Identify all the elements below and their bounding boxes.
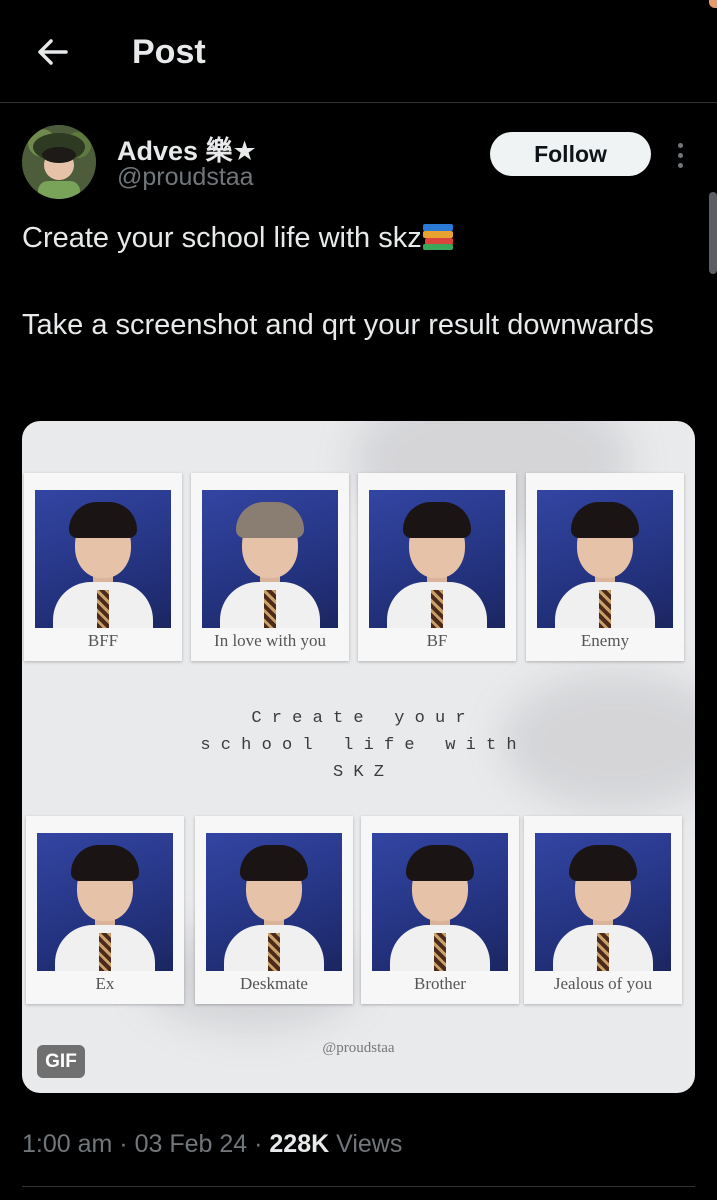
more-options-button[interactable] [668,138,692,172]
polaroid-card: BFF [24,473,182,661]
polaroid-caption: Jealous of you [553,974,653,993]
polaroid-caption: Deskmate [240,974,308,993]
post-time[interactable]: 1:00 am [22,1130,112,1158]
polaroid-card: Enemy [526,473,684,661]
portrait-photo [206,833,342,971]
avatar[interactable] [22,125,96,199]
follow-button[interactable]: Follow [490,132,651,176]
tweet-line-2: Take a screenshot and qrt your result do… [22,309,654,341]
tweet-line-1: Create your school life with skz [22,217,682,260]
portrait-photo [37,833,173,971]
polaroid-card: Brother [361,816,519,1004]
top-bar: Post [0,0,717,103]
polaroid-card: In love with you [191,473,349,661]
polaroid-caption: Brother [414,974,466,993]
arrow-left-icon [38,39,68,65]
back-button[interactable] [30,30,74,74]
page-title: Post [132,33,206,71]
polaroid-card: Deskmate [195,816,353,1004]
media-image[interactable]: BFF In love with you BF Enemy C r e a t … [22,421,695,1093]
polaroid-card: Ex [26,816,184,1004]
divider [22,1186,695,1187]
polaroid-caption: BFF [87,631,119,650]
more-vertical-icon [677,142,683,148]
books-emoji [422,224,453,250]
views-label: Views [336,1130,403,1158]
polaroid-caption: Ex [95,974,115,993]
polaroid-card: Jealous of you [524,816,682,1004]
post-date[interactable]: 03 Feb 24 [135,1130,248,1158]
scrollbar[interactable] [709,192,717,274]
avatar-image [22,125,96,199]
image-watermark: @proudstaa [322,1040,395,1056]
author-handle[interactable]: @proudstaa [117,163,254,192]
portrait-photo [535,833,671,971]
views-count: 228K [269,1130,330,1158]
portrait-photo [35,490,171,628]
center-title: C r e a t e y o u r s c h o o l l i f e … [200,709,517,782]
polaroid-caption: BF [426,631,448,650]
portrait-photo [369,490,505,628]
portrait-photo [202,490,338,628]
portrait-photo [537,490,673,628]
polaroid-caption: In love with you [214,631,326,650]
tweet-text: Create your school life with skz Take a … [22,217,682,347]
gif-badge[interactable]: GIF [37,1045,85,1078]
polaroid-card: BF [358,473,516,661]
polaroid-caption: Enemy [580,631,630,650]
portrait-photo [372,833,508,971]
post-metadata: 1:00 am · 03 Feb 24 · 228K Views [22,1130,403,1158]
